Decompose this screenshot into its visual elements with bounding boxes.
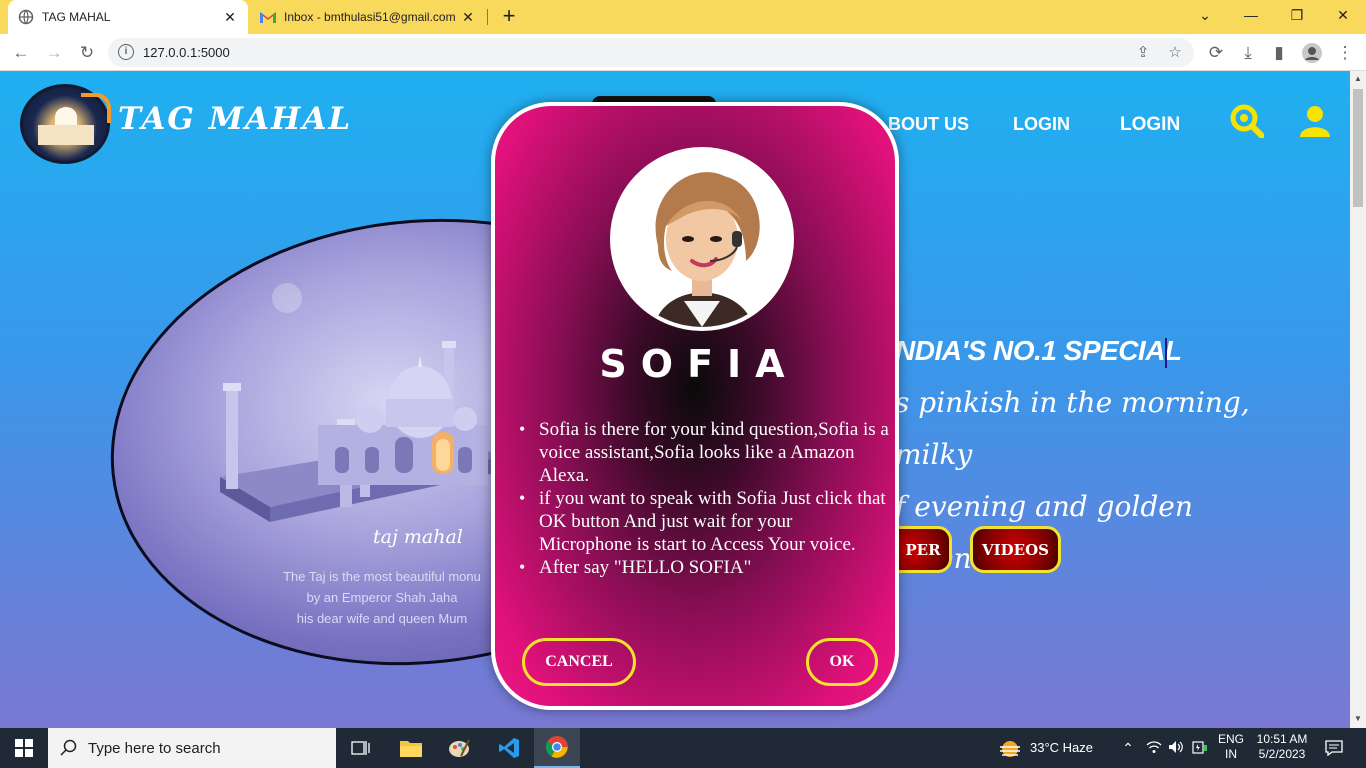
tab-tag-mahal[interactable]: TAG MAHAL ✕ [8,0,248,34]
language-line-2: IN [1225,747,1237,761]
taskbar-search-box[interactable]: Type here to search [48,728,336,768]
user-icon[interactable] [1298,104,1332,138]
scroll-up-arrow-icon[interactable]: ▲ [1353,74,1363,84]
scrollbar-thumb[interactable] [1353,89,1363,207]
logo-base [38,125,94,145]
cancel-button[interactable]: CANCEL [522,638,636,686]
site-title[interactable]: TAG MAHAL [118,101,352,137]
card-description: The Taj is the most beautiful monu by an… [262,566,502,629]
hero-headline: NDIA'S NO.1 SPECIAL [895,335,1182,366]
bookmark-star-icon[interactable]: ☆ [1164,42,1186,64]
clock-date: 5/2/2023 [1258,747,1306,761]
list-item: After say "HELLO SOFIA" [517,556,889,579]
profile-avatar[interactable] [1299,40,1325,66]
vscode-icon[interactable] [486,728,532,768]
menu-kebab-icon[interactable]: ⋮ [1332,40,1358,66]
logo-dome [55,107,77,127]
tagline-line-2: f evening and golden when moon [895,490,1193,575]
page-scrollbar[interactable]: ▲ ▼ [1350,71,1366,728]
address-bar[interactable]: i 127.0.0.1:5000 ⇪ ☆ [108,38,1194,67]
clock[interactable]: 10:51 AM 5/2/2023 [1252,732,1312,762]
download-icon[interactable]: ⤓ [1235,40,1261,66]
language-line-1: ENG [1217,732,1244,746]
gmail-icon [260,9,276,25]
file-explorer-icon[interactable] [388,728,434,768]
task-view-icon[interactable] [338,728,384,768]
url-text: 127.0.0.1:5000 [143,45,230,60]
windows-start-button[interactable] [0,728,48,768]
weather-text[interactable]: 33°C Haze [1030,740,1093,755]
chevron-up-icon[interactable]: ⌃ [1120,740,1136,756]
back-button[interactable]: ← [8,40,34,66]
taj-mahal-illustration [220,341,500,522]
weather-haze-icon[interactable] [998,740,1022,757]
card-desc-line-2: by an Emperor Shah Jaha [306,590,458,605]
windows-taskbar: Type here to search 33°C Haze ⌃ ENG IN 1… [0,728,1366,768]
side-panel-icon[interactable]: ▮ [1266,40,1292,66]
wifi-icon[interactable] [1146,740,1162,756]
clock-time: 10:51 AM [1256,732,1308,746]
close-window-button[interactable]: ✕ [1320,0,1366,30]
sofia-avatar [610,147,794,331]
tab-title: Inbox - bmthulasi51@gmail.com [284,10,456,24]
card-desc-line-1: The Taj is the most beautiful monu [283,569,481,584]
restore-button[interactable]: ❐ [1274,0,1320,30]
battery-charging-icon[interactable] [1192,740,1208,756]
close-tab-icon[interactable]: ✕ [222,9,238,26]
share-icon[interactable]: ⇪ [1132,42,1154,64]
search-icon[interactable] [1230,104,1264,138]
tab-gmail-inbox[interactable]: Inbox - bmthulasi51@gmail.com ✕ [250,0,486,34]
paint-icon[interactable] [436,728,482,768]
tagline-line-1: s pinkish in the morning, milky [895,386,1250,471]
new-tab-button[interactable]: + [498,5,520,27]
nav-about-us[interactable]: BOUT US [888,114,969,135]
typing-caret [1165,338,1167,368]
notification-icon[interactable] [1324,740,1344,757]
windows-logo-icon [15,739,33,757]
extension-icon[interactable]: ⟳ [1203,40,1229,66]
nav-login[interactable]: LOGIN [1013,114,1070,135]
modal-title: SOFIA [599,342,799,386]
volume-icon[interactable] [1168,740,1184,756]
ok-button[interactable]: OK [806,638,878,686]
card-desc-line-3: his dear wife and queen Mum [296,611,468,626]
sofia-assistant-modal: SOFIA Sofia is there for your kind quest… [491,102,899,710]
reload-button[interactable]: ↻ [74,40,100,66]
taskbar-search-placeholder: Type here to search [88,739,221,757]
list-item: Sofia is there for your kind question,So… [517,418,889,487]
modal-info-list: Sofia is there for your kind question,So… [517,418,889,579]
search-icon [60,739,77,756]
logo-swirl [81,93,111,123]
close-tab-icon[interactable]: ✕ [460,9,476,26]
browser-tabstrip: TAG MAHAL ✕ Inbox - bmthulasi51@gmail.co… [0,0,1366,34]
minimize-button[interactable]: — [1228,0,1274,30]
chrome-icon[interactable] [534,728,580,768]
browser-toolbar: ← → ↻ i 127.0.0.1:5000 ⇪ ☆ ⟳ ⤓ ▮ ⋮ [0,34,1366,71]
language-indicator[interactable]: ENG IN [1216,732,1246,762]
globe-icon [18,9,34,25]
tab-separator [487,9,488,25]
nav-login-2[interactable]: LOGIN [1120,114,1180,136]
list-item: if you want to speak with Sofia Just cli… [517,487,889,556]
scroll-down-arrow-icon[interactable]: ▼ [1353,714,1363,724]
forward-button[interactable]: → [41,40,67,66]
tab-title: TAG MAHAL [42,10,111,24]
site-logo[interactable] [20,84,111,164]
site-info-icon[interactable]: i [118,44,134,60]
card-caption: taj mahal [373,526,463,548]
hero-tagline: s pinkish in the morning, milky f evenin… [895,377,1275,585]
tab-search-chevron-icon[interactable]: ⌄ [1182,0,1228,30]
videos-button[interactable]: VIDEOS [970,526,1061,573]
